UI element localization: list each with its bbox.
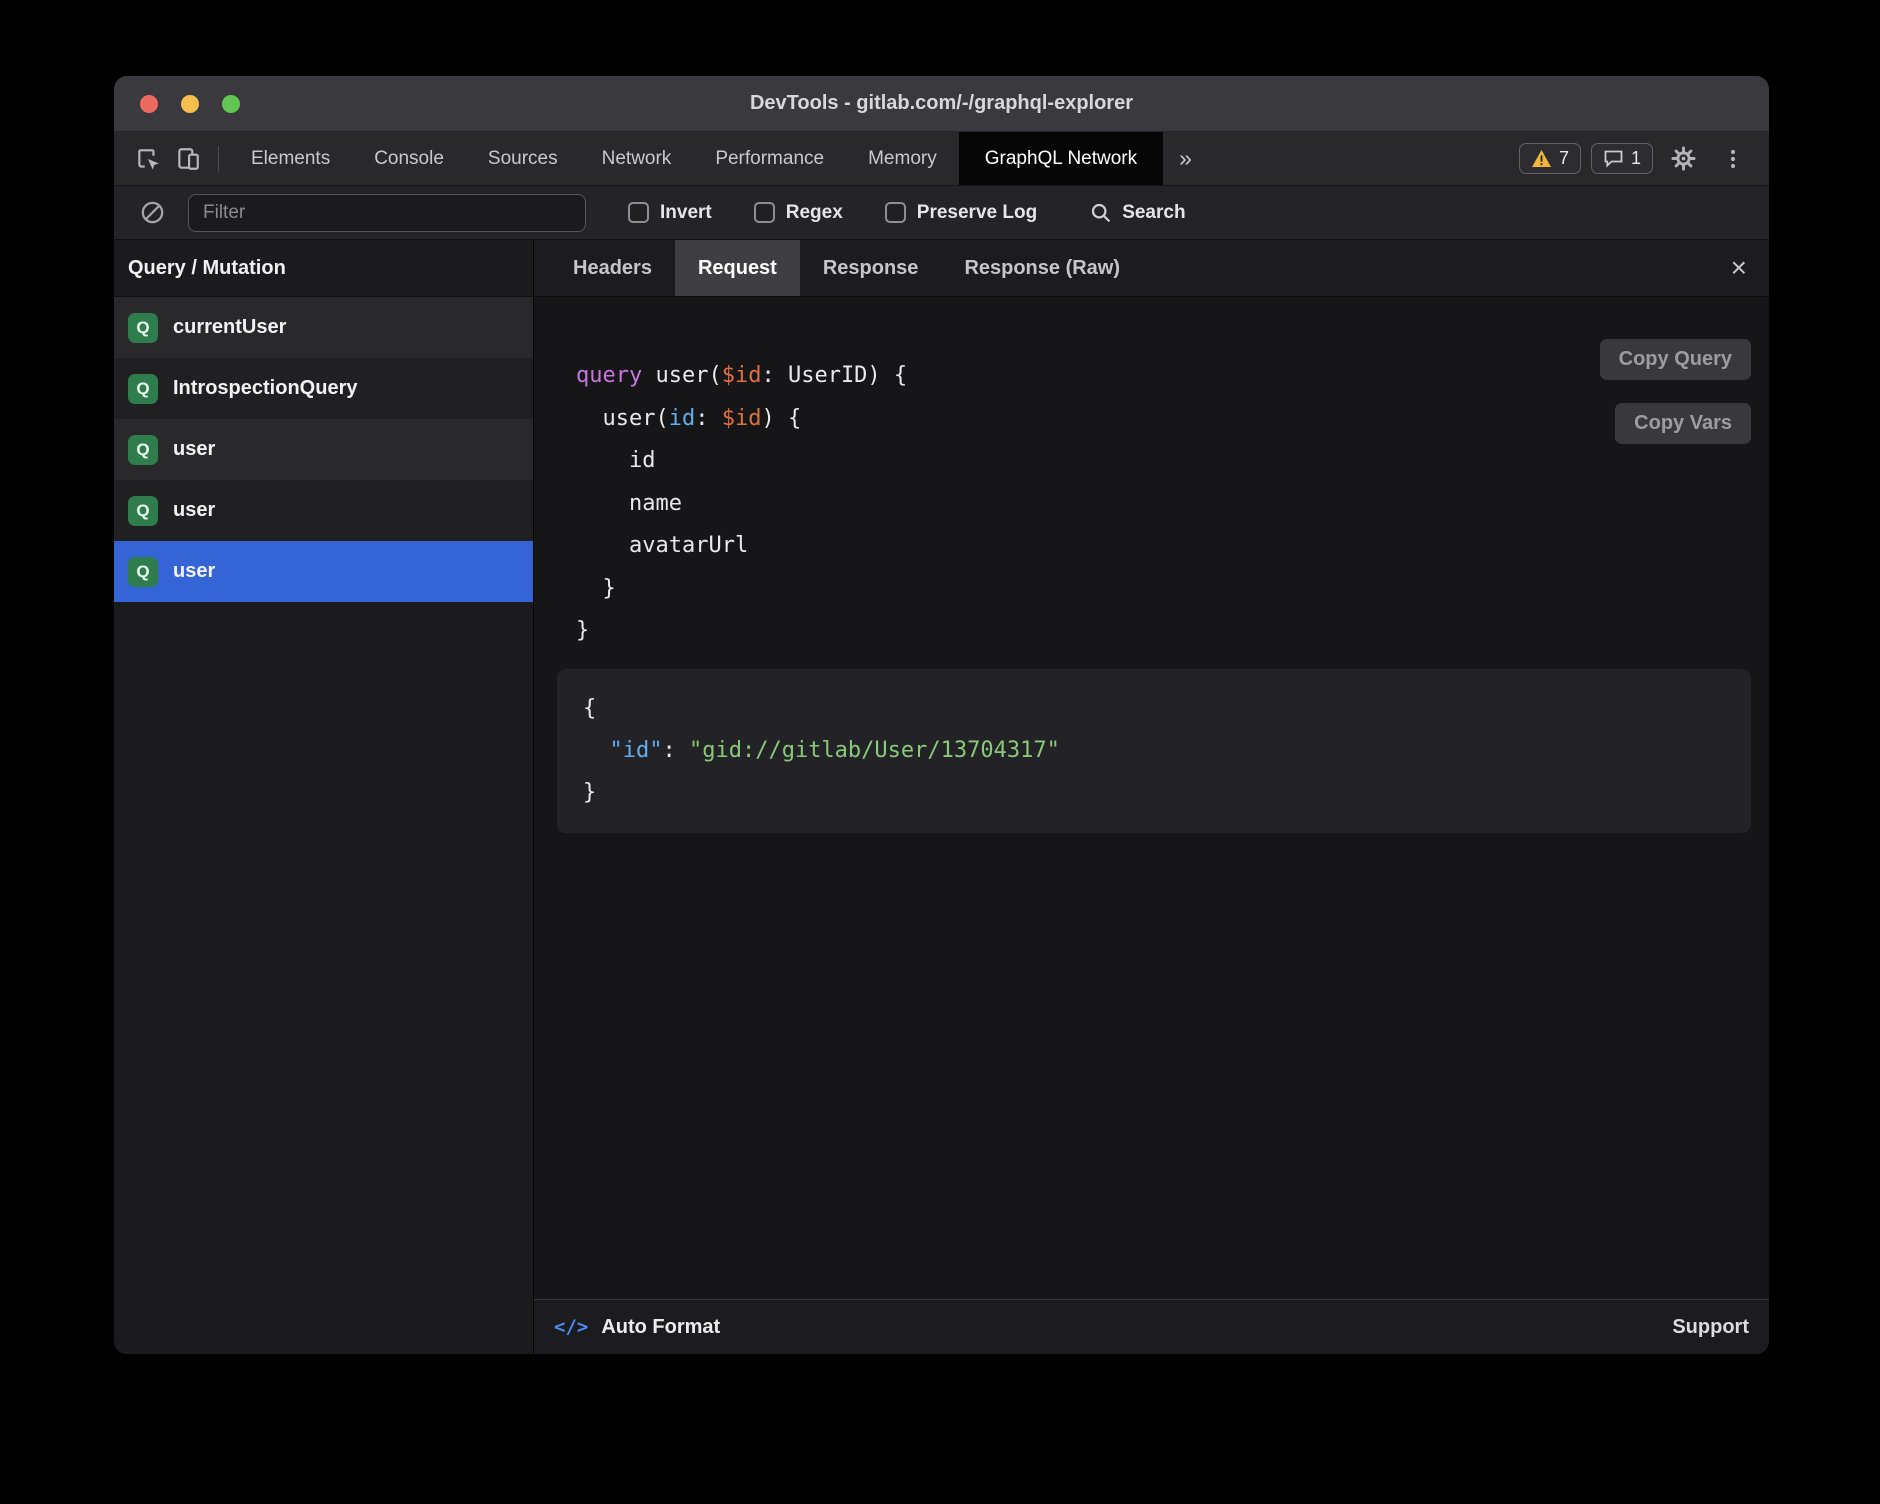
- kebab-menu-icon: [1721, 147, 1745, 171]
- query-list-item-label: user: [173, 499, 215, 522]
- detail-panel: Headers Request Response Response (Raw) …: [534, 240, 1769, 1354]
- minimize-window-button[interactable]: [181, 95, 199, 113]
- query-type-badge: Q: [128, 557, 158, 587]
- tab-request[interactable]: Request: [675, 240, 800, 296]
- support-link[interactable]: Support: [1672, 1316, 1749, 1339]
- message-bubble-icon: [1603, 149, 1624, 168]
- query-list-item-user-2[interactable]: Q user: [114, 480, 533, 541]
- tabstrip-right: 7 1: [1519, 139, 1769, 179]
- device-toolbar-icon: [175, 146, 201, 172]
- zoom-window-button[interactable]: [222, 95, 240, 113]
- device-toolbar-button[interactable]: [168, 139, 208, 179]
- regex-checkbox-box[interactable]: [754, 202, 775, 223]
- copy-vars-button[interactable]: Copy Vars: [1615, 403, 1751, 444]
- tab-network[interactable]: Network: [580, 132, 694, 185]
- detail-tabs: Headers Request Response Response (Raw) …: [534, 240, 1769, 297]
- code-format-icon[interactable]: </>: [554, 1316, 588, 1338]
- more-options-button[interactable]: [1713, 139, 1753, 179]
- query-list-panel: Query / Mutation Q currentUser Q Introsp…: [114, 240, 534, 1354]
- filter-input[interactable]: [188, 194, 586, 232]
- query-list-item-user-3-selected[interactable]: Q user: [114, 541, 533, 602]
- graphql-query-code: query user($id: UserID) { user(id: $id) …: [576, 355, 907, 653]
- panel-tabs: Elements Console Sources Network Perform…: [229, 132, 1163, 185]
- regex-label: Regex: [786, 202, 843, 224]
- warning-icon: [1531, 149, 1552, 168]
- preserve-log-label: Preserve Log: [917, 202, 1037, 224]
- warning-count: 7: [1559, 148, 1569, 169]
- query-list-item-user-1[interactable]: Q user: [114, 419, 533, 480]
- copy-query-button[interactable]: Copy Query: [1600, 339, 1751, 380]
- settings-button[interactable]: [1663, 139, 1703, 179]
- devtools-tabstrip: Elements Console Sources Network Perform…: [114, 132, 1769, 186]
- tab-headers[interactable]: Headers: [550, 240, 675, 296]
- more-tabs-chevron-icon[interactable]: »: [1163, 145, 1208, 172]
- preserve-log-checkbox-box[interactable]: [885, 202, 906, 223]
- invert-checkbox-box[interactable]: [628, 202, 649, 223]
- close-window-button[interactable]: [140, 95, 158, 113]
- query-list-item-label: currentUser: [173, 316, 286, 339]
- block-icon: [139, 199, 166, 226]
- invert-label: Invert: [660, 202, 712, 224]
- tab-graphql-network[interactable]: GraphQL Network: [959, 132, 1163, 185]
- tab-response[interactable]: Response: [800, 240, 942, 296]
- query-type-badge: Q: [128, 374, 158, 404]
- tab-elements[interactable]: Elements: [229, 132, 352, 185]
- inspect-element-button[interactable]: [128, 139, 168, 179]
- messages-badge[interactable]: 1: [1591, 143, 1653, 174]
- inspect-cursor-icon: [135, 146, 161, 172]
- preserve-log-checkbox[interactable]: Preserve Log: [885, 202, 1037, 224]
- clear-button[interactable]: [132, 193, 172, 233]
- query-type-badge: Q: [128, 435, 158, 465]
- tab-sources[interactable]: Sources: [466, 132, 580, 185]
- query-type-badge: Q: [128, 496, 158, 526]
- message-count: 1: [1631, 148, 1641, 169]
- query-list-item-label: IntrospectionQuery: [173, 377, 357, 400]
- search-icon: [1089, 201, 1113, 225]
- search-label: Search: [1122, 202, 1185, 224]
- main-split: Query / Mutation Q currentUser Q Introsp…: [114, 240, 1769, 1354]
- devtools-window: DevTools - gitlab.com/-/graphql-explorer…: [114, 76, 1769, 1354]
- query-list-header: Query / Mutation: [114, 240, 533, 297]
- query-variables-box: { "id": "gid://gitlab/User/13704317"}: [557, 669, 1751, 833]
- query-list-item-introspectionquery[interactable]: Q IntrospectionQuery: [114, 358, 533, 419]
- traffic-lights: [140, 76, 240, 131]
- query-list-item-currentuser[interactable]: Q currentUser: [114, 297, 533, 358]
- request-content: query user($id: UserID) { user(id: $id) …: [534, 297, 1769, 1299]
- query-list-item-label: user: [173, 560, 215, 583]
- close-detail-icon[interactable]: ×: [1709, 254, 1769, 282]
- warnings-badge[interactable]: 7: [1519, 143, 1581, 174]
- tab-performance[interactable]: Performance: [693, 132, 846, 185]
- titlebar: DevTools - gitlab.com/-/graphql-explorer: [114, 76, 1769, 132]
- regex-checkbox[interactable]: Regex: [754, 202, 843, 224]
- window-title: DevTools - gitlab.com/-/graphql-explorer: [750, 92, 1133, 115]
- gear-icon: [1670, 145, 1697, 172]
- toolbar-separator: [218, 146, 219, 172]
- query-type-badge: Q: [128, 313, 158, 343]
- filter-toolbar: Invert Regex Preserve Log Search: [114, 186, 1769, 240]
- query-list-item-label: user: [173, 438, 215, 461]
- search-button[interactable]: Search: [1089, 201, 1185, 225]
- tab-response-raw[interactable]: Response (Raw): [941, 240, 1143, 296]
- invert-checkbox[interactable]: Invert: [628, 202, 712, 224]
- auto-format-button[interactable]: Auto Format: [601, 1316, 720, 1339]
- tab-memory[interactable]: Memory: [846, 132, 959, 185]
- tab-console[interactable]: Console: [352, 132, 466, 185]
- copy-buttons: Copy Query Copy Vars: [1600, 339, 1751, 444]
- detail-footer: </> Auto Format Support: [534, 1299, 1769, 1354]
